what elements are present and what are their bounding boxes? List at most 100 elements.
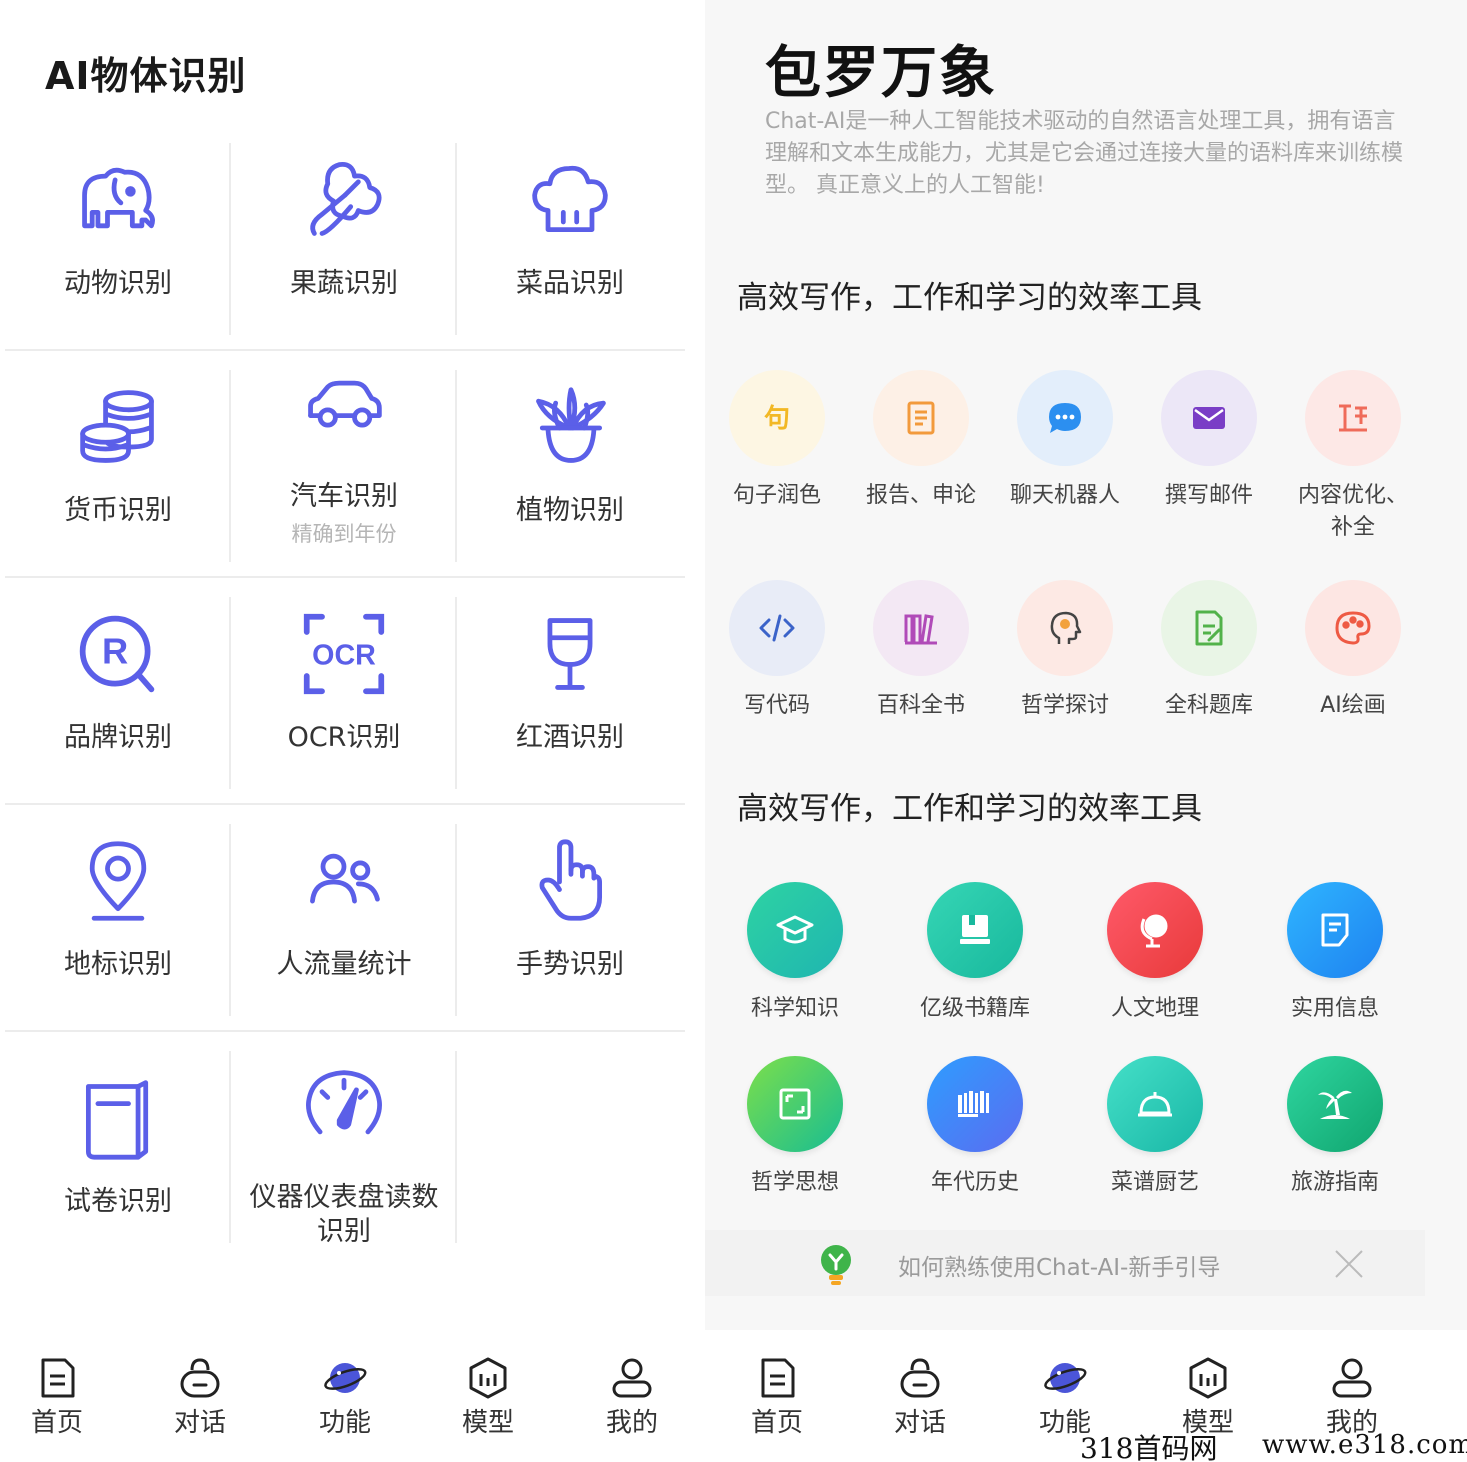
recognition-item-exam[interactable]: 试卷识别 [5, 1033, 231, 1259]
graduation-cap-icon [747, 882, 843, 978]
svg-text:句: 句 [764, 404, 790, 434]
user-icon [612, 1358, 652, 1398]
tool-label: AI绘画 [1320, 693, 1386, 718]
item-label: 菜品识别 [516, 268, 624, 299]
recognition-item-brand[interactable]: R 品牌识别 [5, 579, 231, 805]
recognition-item-animal[interactable]: 动物识别 [5, 125, 231, 351]
nav-model[interactable]: 模型 [438, 1356, 538, 1439]
nav-chat[interactable]: 对话 [870, 1356, 970, 1439]
tool-content-optimize[interactable]: 内容优化、补全 [1293, 370, 1413, 544]
nav-home[interactable]: 首页 [727, 1356, 827, 1439]
recognition-item-wine[interactable]: 红酒识别 [457, 579, 683, 805]
tool-encyclopedia[interactable]: 百科全书 [861, 580, 981, 722]
svg-text:R: R [102, 631, 128, 672]
tool-label: 百科全书 [876, 693, 965, 718]
recognition-item-landmark[interactable]: 地标识别 [5, 806, 231, 1032]
home-document-icon [41, 1358, 75, 1398]
tool-philosophy[interactable]: 哲学探讨 [1005, 580, 1125, 722]
grid-row: 动物识别 果蔬识别 菜品识别 [5, 125, 685, 351]
nav-home[interactable]: 首页 [7, 1356, 107, 1439]
knowledge-label: 实用信息 [1290, 996, 1379, 1021]
knowledge-books[interactable]: 亿级书籍库 [905, 882, 1045, 1022]
location-pin-icon [73, 836, 163, 926]
chef-hat-icon [525, 155, 615, 245]
vegetable-icon [299, 155, 389, 245]
item-label: 仪器仪表盘读数识别 [249, 1182, 439, 1247]
nav-features[interactable]: 功能 [295, 1356, 395, 1439]
tool-ai-painting[interactable]: AI绘画 [1293, 580, 1413, 722]
item-label: 地标识别 [64, 949, 172, 980]
knowledge-science[interactable]: 科学知识 [725, 882, 865, 1022]
tool-sentence-polish[interactable]: 句 句子润色 [717, 370, 837, 512]
sentence-icon: 句 [729, 370, 825, 466]
tool-code[interactable]: 写代码 [717, 580, 837, 722]
item-label: OCR识别 [287, 722, 401, 753]
nav-profile[interactable]: 我的 [1302, 1356, 1402, 1439]
frame-icon [747, 1056, 843, 1152]
knowledge-geography[interactable]: 人文地理 [1085, 882, 1225, 1022]
user-icon [1332, 1358, 1372, 1398]
tool-report[interactable]: 报告、申论 [861, 370, 981, 512]
gauge-icon [299, 1063, 389, 1153]
knowledge-label: 人文地理 [1110, 996, 1199, 1021]
knowledge-travel[interactable]: 旅游指南 [1265, 1056, 1405, 1196]
tool-label: 句子润色 [732, 483, 821, 508]
page-title: 包罗万象 [765, 41, 997, 106]
beginner-guide-banner[interactable]: 如何熟练使用Chat-AI-新手引导 [705, 1230, 1425, 1296]
palette-icon [1305, 580, 1401, 676]
potted-plant-icon [525, 382, 615, 472]
knowledge-history[interactable]: 年代历史 [905, 1056, 1045, 1196]
recognition-item-ocr[interactable]: OCR OCR识别 [231, 579, 457, 805]
tool-label: 写代码 [743, 693, 810, 718]
chat-bubble-icon [1017, 370, 1113, 466]
recognition-item-crowd[interactable]: 人流量统计 [231, 806, 457, 1032]
nav-label: 我的 [605, 1408, 658, 1438]
nav-chat[interactable]: 对话 [150, 1356, 250, 1439]
question-bank-icon [1161, 580, 1257, 676]
recognition-item-gesture[interactable]: 手势识别 [457, 806, 683, 1032]
knowledge-label: 菜谱厨艺 [1110, 1170, 1199, 1195]
registered-mark-icon: R [73, 609, 163, 699]
watermark-url: www.e318.com [1262, 1430, 1467, 1460]
chat-robot-icon [900, 1358, 940, 1398]
recognition-item-gauge[interactable]: 仪器仪表盘读数识别 [231, 1033, 457, 1259]
grid-row: 地标识别 人流量统计 手势识别 [5, 806, 685, 1032]
mail-icon [1161, 370, 1257, 466]
chat-robot-icon [180, 1358, 220, 1398]
ocr-scan-icon: OCR [299, 609, 389, 699]
item-label: 品牌识别 [64, 722, 172, 753]
books-icon [873, 580, 969, 676]
tool-label: 报告、申论 [866, 483, 977, 508]
model-hexagon-icon [1189, 1357, 1227, 1399]
recognition-item-vegetable[interactable]: 果蔬识别 [231, 125, 457, 351]
tool-label: 聊天机器人 [1010, 483, 1121, 508]
palm-tree-icon [1287, 1056, 1383, 1152]
tool-label: 哲学探讨 [1020, 693, 1109, 718]
tool-question-bank[interactable]: 全科题库 [1149, 580, 1269, 722]
tool-email[interactable]: 撰写邮件 [1149, 370, 1269, 512]
page-description: Chat-AI是一种人工智能技术驱动的自然语言处理工具，拥有语言理解和文本生成能… [765, 109, 1404, 198]
close-icon[interactable] [1333, 1248, 1365, 1280]
item-label: 红酒识别 [516, 722, 624, 753]
tool-label: 内容优化、补全 [1298, 483, 1409, 540]
knowledge-practical[interactable]: 实用信息 [1265, 882, 1405, 1022]
nav-profile[interactable]: 我的 [582, 1356, 682, 1439]
item-label: 人流量统计 [276, 949, 412, 980]
report-icon [873, 370, 969, 466]
bottom-nav: 首页 对话 功能 模型 我的 [0, 1330, 700, 1462]
divider [455, 1051, 457, 1243]
people-icon [299, 836, 389, 926]
item-sublabel: 精确到年份 [291, 522, 397, 546]
recognition-item-dish[interactable]: 菜品识别 [457, 125, 683, 351]
recognition-item-plant[interactable]: 植物识别 [457, 352, 683, 578]
item-label: 植物识别 [516, 495, 624, 526]
recognition-item-currency[interactable]: 货币识别 [5, 352, 231, 578]
barcode-icon [927, 1056, 1023, 1152]
knowledge-cooking[interactable]: 菜谱厨艺 [1085, 1056, 1225, 1196]
item-label: 动物识别 [64, 268, 172, 299]
tool-chatbot[interactable]: 聊天机器人 [1005, 370, 1125, 512]
recognition-item-car[interactable]: 汽车识别 精确到年份 [231, 352, 457, 578]
knowledge-philosophy[interactable]: 哲学思想 [725, 1056, 865, 1196]
cloche-icon [1107, 1056, 1203, 1152]
features-screen: 包罗万象 Chat-AI是一种人工智能技术驱动的自然语言处理工具，拥有语言理解和… [705, 0, 1467, 1462]
